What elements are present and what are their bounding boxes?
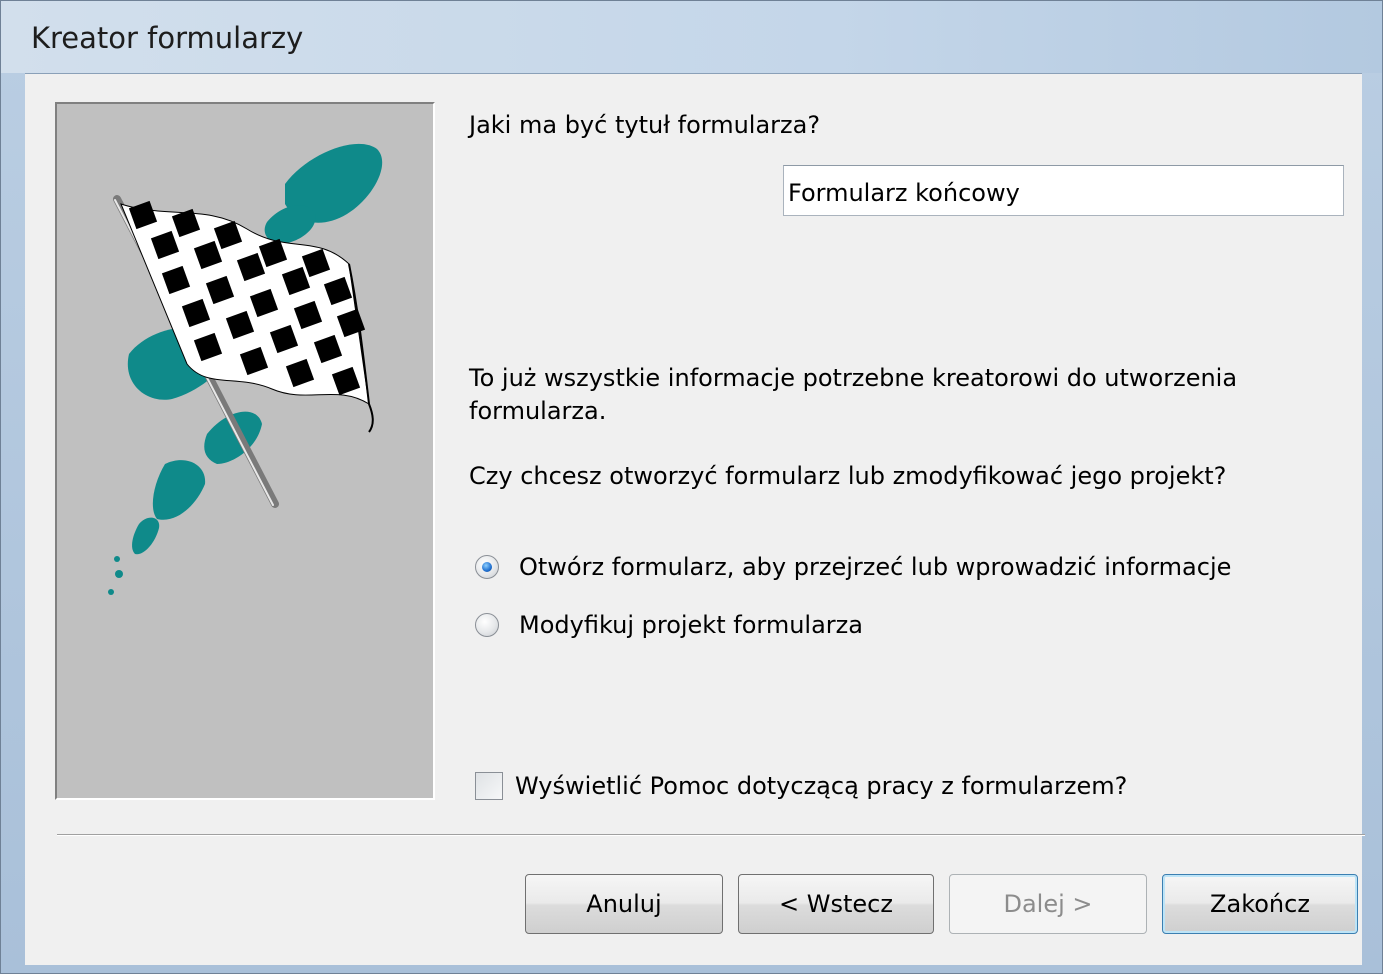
checkered-flag-icon <box>108 143 383 595</box>
title-bar[interactable]: Kreator formularzy <box>1 1 1382 73</box>
info-text: To już wszystkie informacje potrzebne kr… <box>469 362 1329 428</box>
finish-button[interactable]: Zakończ <box>1162 874 1358 934</box>
separator-line <box>57 834 1365 836</box>
radio-open-form[interactable]: Otwórz formularz, aby przejrzeć lub wpro… <box>475 551 1231 583</box>
cancel-button[interactable]: Anuluj <box>525 874 723 934</box>
help-checkbox-label[interactable]: Wyświetlić Pomoc dotyczącą pracy z formu… <box>515 772 1127 800</box>
wizard-window: Kreator formularzy Jaki ma być tytuł for… <box>0 0 1383 974</box>
radio-button-checked[interactable] <box>475 555 499 579</box>
radio-modify-design-label[interactable]: Modyfikuj projekt formularza <box>519 611 863 639</box>
help-checkbox[interactable] <box>475 772 503 800</box>
form-title-input[interactable] <box>783 165 1344 216</box>
back-button[interactable]: < Wstecz <box>738 874 934 934</box>
radio-open-form-label[interactable]: Otwórz formularz, aby przejrzeć lub wpro… <box>519 553 1231 581</box>
title-question-label: Jaki ma być tytuł formularza? <box>469 111 821 139</box>
wizard-illustration-panel <box>55 102 435 800</box>
info-line-2: formularza. <box>469 397 607 425</box>
radio-button-unchecked[interactable] <box>475 613 499 637</box>
help-checkbox-row[interactable]: Wyświetlić Pomoc dotyczącą pracy z formu… <box>475 770 1127 802</box>
open-question-label: Czy chcesz otworzyć formularz lub zmodyf… <box>469 462 1227 490</box>
radio-modify-design[interactable]: Modyfikuj projekt formularza <box>475 609 863 641</box>
next-button: Dalej > <box>949 874 1147 934</box>
info-line-1: To już wszystkie informacje potrzebne kr… <box>469 364 1238 392</box>
wizard-body: Jaki ma być tytuł formularza? To już wsz… <box>25 73 1365 965</box>
window-title: Kreator formularzy <box>31 21 304 55</box>
